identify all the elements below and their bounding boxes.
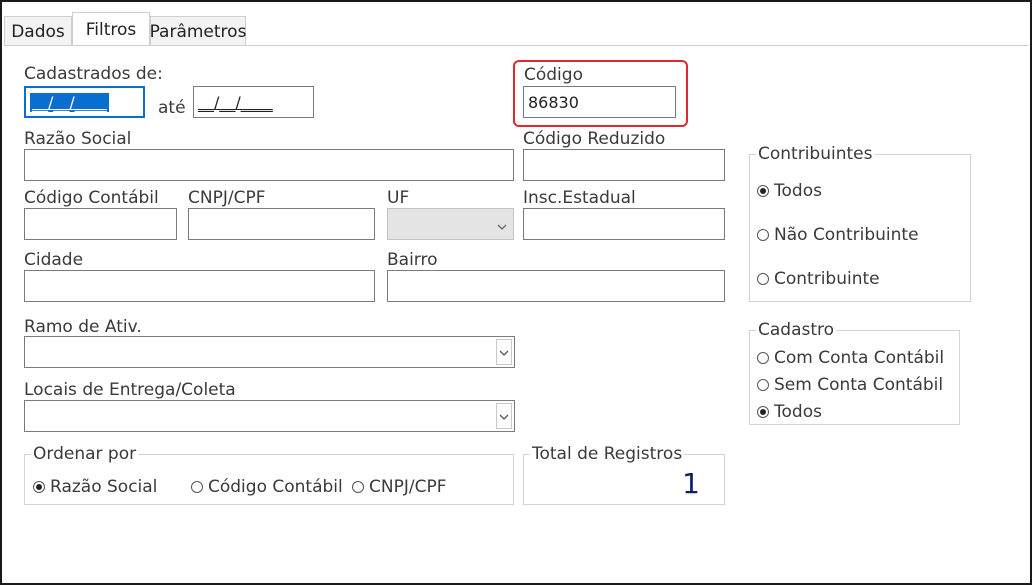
locais-dropdown-button[interactable] bbox=[496, 403, 512, 429]
date-from-input[interactable]: __/__/____ bbox=[24, 86, 145, 118]
ordenar-option-label: Código Contábil bbox=[208, 477, 343, 497]
radio-icon bbox=[757, 229, 769, 241]
cadastro-option-todos[interactable]: Todos bbox=[757, 402, 822, 422]
filter-window: Dados Filtros Parâmetros Cadastrados de:… bbox=[0, 0, 1032, 585]
ordenar-option-label: Razão Social bbox=[50, 477, 158, 497]
radio-icon bbox=[757, 379, 769, 391]
contribuintes-option-label: Não Contribuinte bbox=[774, 225, 919, 245]
codigo-input[interactable]: 86830 bbox=[523, 86, 676, 118]
tab-filtros[interactable]: Filtros bbox=[72, 12, 150, 46]
cadastro-option-com[interactable]: Com Conta Contábil bbox=[757, 348, 944, 368]
date-to-input[interactable]: __/__/____ bbox=[193, 86, 314, 118]
uf-select[interactable] bbox=[387, 208, 514, 240]
contribuintes-title: Contribuintes bbox=[756, 144, 875, 164]
razao-social-input[interactable] bbox=[24, 149, 514, 181]
tab-divider bbox=[4, 45, 1028, 46]
cadastro-option-label: Sem Conta Contábil bbox=[774, 375, 944, 395]
bairro-input[interactable] bbox=[387, 270, 725, 302]
codigo-label: Código bbox=[524, 65, 583, 85]
total-count: 1 bbox=[682, 467, 700, 500]
total-registros-group: Total de Registros 1 bbox=[523, 444, 725, 505]
ate-label: até bbox=[158, 98, 186, 118]
radio-icon bbox=[191, 481, 203, 493]
ramo-select[interactable] bbox=[24, 336, 515, 368]
locais-select[interactable] bbox=[24, 400, 515, 432]
tab-parametros[interactable]: Parâmetros bbox=[150, 16, 246, 46]
ordenar-option-codigo[interactable]: Código Contábil bbox=[191, 477, 343, 497]
ordenar-option-razao[interactable]: Razão Social bbox=[33, 477, 157, 497]
cadastro-group: Cadastro Com Conta Contábil Sem Conta Co… bbox=[749, 320, 960, 425]
ramo-label: Ramo de Ativ. bbox=[24, 317, 142, 337]
cadastrados-label: Cadastrados de: bbox=[24, 64, 163, 84]
locais-label: Locais de Entrega/Coleta bbox=[24, 380, 236, 400]
contribuintes-option-label: Todos bbox=[774, 181, 822, 201]
contribuintes-option-todos[interactable]: Todos bbox=[757, 181, 822, 201]
total-value: 1 bbox=[682, 467, 700, 500]
cidade-label: Cidade bbox=[24, 250, 84, 270]
cnpj-label: CNPJ/CPF bbox=[188, 188, 266, 208]
radio-icon bbox=[757, 273, 769, 285]
ordenar-option-cnpj[interactable]: CNPJ/CPF bbox=[352, 477, 446, 497]
razao-social-label: Razão Social bbox=[24, 129, 132, 149]
contribuintes-option-nao[interactable]: Não Contribuinte bbox=[757, 225, 919, 245]
bairro-label: Bairro bbox=[387, 250, 438, 270]
cadastro-option-sem[interactable]: Sem Conta Contábil bbox=[757, 375, 943, 395]
radio-icon bbox=[757, 352, 769, 364]
uf-label: UF bbox=[387, 188, 410, 208]
radio-selected-icon bbox=[33, 481, 45, 493]
total-title: Total de Registros bbox=[530, 444, 685, 464]
ordenar-option-label: CNPJ/CPF bbox=[369, 477, 447, 497]
insc-estadual-input[interactable] bbox=[523, 208, 725, 240]
insc-label: Insc.Estadual bbox=[523, 188, 636, 208]
contribuintes-option-label: Contribuinte bbox=[774, 269, 880, 289]
cadastro-option-label: Todos bbox=[774, 402, 822, 422]
codigo-reduzido-label: Código Reduzido bbox=[523, 129, 666, 149]
tab-dados[interactable]: Dados bbox=[4, 16, 72, 46]
chevron-down-icon bbox=[499, 407, 509, 426]
ramo-dropdown-button[interactable] bbox=[496, 339, 512, 365]
contribuintes-group: Contribuintes Todos Não Contribuinte Con… bbox=[749, 144, 971, 302]
date-from-value: __/__/____ bbox=[30, 92, 109, 112]
radio-icon bbox=[352, 481, 364, 493]
codigo-contabil-label: Código Contábil bbox=[24, 188, 159, 208]
ordenar-group: Ordenar por Razão Social Código Contábil… bbox=[24, 444, 514, 505]
radio-selected-icon bbox=[757, 185, 769, 197]
ordenar-title: Ordenar por bbox=[31, 444, 139, 464]
cidade-input[interactable] bbox=[24, 270, 375, 302]
cadastro-option-label: Com Conta Contábil bbox=[774, 348, 945, 368]
codigo-reduzido-input[interactable] bbox=[523, 149, 725, 181]
chevron-down-icon bbox=[497, 217, 507, 236]
codigo-contabil-input[interactable] bbox=[24, 208, 177, 240]
cadastro-title: Cadastro bbox=[756, 320, 837, 340]
contribuintes-option-contribuinte[interactable]: Contribuinte bbox=[757, 269, 880, 289]
chevron-down-icon bbox=[499, 343, 509, 362]
radio-selected-icon bbox=[757, 406, 769, 418]
cnpj-input[interactable] bbox=[188, 208, 375, 240]
